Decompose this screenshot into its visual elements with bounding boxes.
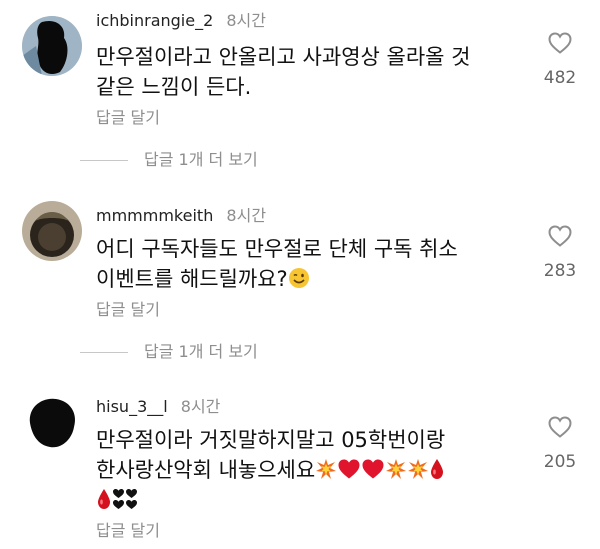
like-count: 482 — [543, 68, 577, 88]
avatar[interactable] — [22, 393, 82, 453]
comment-text-line-with-emoji: 한사랑산악회 내놓으세요 — [96, 455, 496, 485]
username[interactable]: hisu_3__l — [96, 397, 168, 416]
winking-face-emoji — [288, 267, 310, 297]
like-control: 205 — [540, 416, 580, 472]
heart-outline-icon[interactable] — [548, 225, 572, 247]
drop-of-blood-emoji — [96, 488, 112, 518]
reply-button[interactable]: 답글 달기 — [96, 108, 160, 128]
avatar[interactable] — [22, 201, 82, 261]
comment-time: 8시간 — [226, 206, 267, 225]
reply-button[interactable]: 답글 달기 — [96, 521, 160, 541]
like-control: 283 — [540, 225, 580, 281]
comment-text-line-with-emoji: 이벤트를 해드릴까요? — [96, 264, 496, 294]
comment-text-line: 이벤트를 해드릴까요? — [96, 267, 288, 291]
like-count: 205 — [543, 452, 577, 472]
username[interactable]: ichbinrangie_2 — [96, 11, 213, 30]
heart-outline-icon[interactable] — [548, 416, 572, 438]
comment-emoji-line — [96, 485, 496, 515]
reply-button[interactable]: 답글 달기 — [96, 300, 160, 320]
red-heart-emoji — [337, 458, 361, 488]
comment-text: 만우절이라 거짓말하지말고 05학번이랑 한사랑산악회 내놓으세요 — [96, 425, 496, 515]
collision-emoji — [315, 458, 337, 488]
comment-text: 만우절이라고 안올리고 사과영상 올라올 것 같은 느낌이 든다. — [96, 42, 496, 102]
view-more-replies-label: 답글 1개 더 보기 — [144, 150, 258, 169]
divider-line — [80, 351, 128, 353]
comment-text-line: 같은 느낌이 든다. — [96, 75, 252, 99]
comment-text-line: 어디 구독자들도 만우절로 단체 구독 취소 — [96, 237, 458, 261]
comment-time: 8시간 — [226, 11, 266, 30]
divider-line — [80, 159, 128, 161]
comment-text: 어디 구독자들도 만우절로 단체 구독 취소 이벤트를 해드릴까요? — [96, 234, 496, 294]
comment-text-line: 만우절이라 거짓말하지말고 05학번이랑 — [96, 428, 446, 452]
heart-outline-icon[interactable] — [548, 32, 572, 54]
view-more-replies-button[interactable]: 답글 1개 더 보기 — [80, 342, 258, 362]
username[interactable]: mmmmmkeith — [96, 206, 213, 225]
comment-text-line: 한사랑산악회 내놓으세요 — [96, 458, 316, 482]
view-more-replies-button[interactable]: 답글 1개 더 보기 — [80, 150, 258, 170]
collision-emoji — [385, 458, 407, 488]
like-count: 283 — [543, 261, 577, 281]
black-hearts-emoji — [112, 488, 138, 518]
drop-of-blood-emoji — [429, 458, 445, 488]
comment-text-line: 만우절이라고 안올리고 사과영상 올라올 것 — [96, 45, 471, 69]
comment-time: 8시간 — [180, 397, 221, 416]
collision-emoji — [407, 458, 429, 488]
view-more-replies-label: 답글 1개 더 보기 — [144, 342, 258, 361]
like-control: 482 — [540, 32, 580, 88]
red-heart-emoji — [361, 458, 385, 488]
avatar[interactable] — [22, 16, 82, 76]
